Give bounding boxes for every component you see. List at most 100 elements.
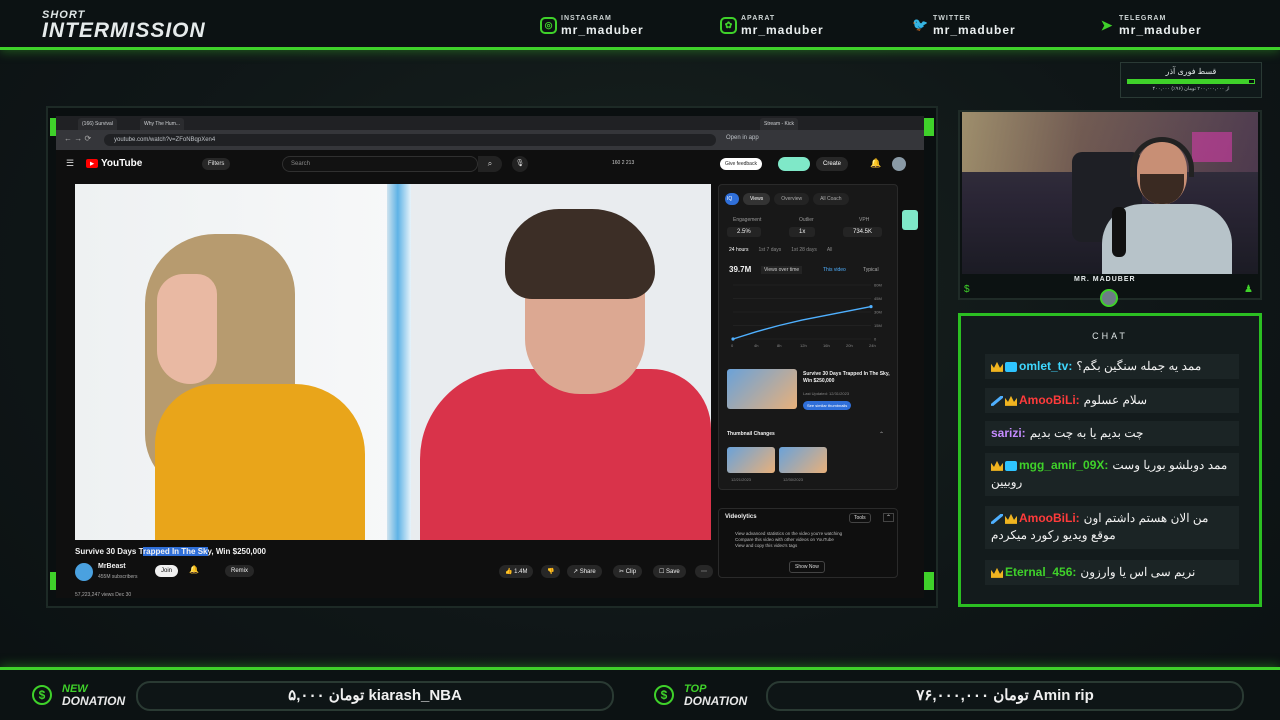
crown-badge-icon	[991, 361, 1003, 372]
video-person-shirt	[420, 369, 711, 540]
dollar-icon: $	[964, 284, 970, 295]
search-icon[interactable]: ⌕	[478, 156, 502, 172]
thumbnail-change-image[interactable]	[727, 447, 775, 473]
video-person-shirt	[155, 384, 365, 540]
tab-overview[interactable]: Overview	[774, 193, 810, 205]
views-over-time-dropdown[interactable]: Views over time	[761, 266, 803, 274]
crown-badge-icon	[991, 460, 1003, 471]
more-actions-icon[interactable]: ⋯	[695, 565, 713, 578]
chat-message: Eternal_456: نریم سی اس یا وارزون	[985, 560, 1239, 586]
clip-button[interactable]: ✂ Clip	[613, 565, 643, 578]
analytics-logo-icon: IQ	[725, 193, 739, 205]
range-tab[interactable]: 24 hours	[729, 247, 748, 253]
range-tab[interactable]: All	[827, 247, 833, 253]
show-now-button[interactable]: Show Now	[789, 561, 825, 573]
microphone-icon[interactable]: 🎙	[512, 156, 528, 172]
thumbnail-change-image[interactable]	[779, 447, 827, 473]
browser-tab[interactable]: (166) Survival	[78, 118, 117, 130]
social-instagram: ◎ INSTAGRAM mr_maduber	[540, 12, 644, 38]
social-aparat: ✿ APARAT mr_maduber	[720, 12, 824, 38]
browser-tab[interactable]: Why The Hum...	[140, 118, 185, 130]
figure-icon: ♟	[1244, 284, 1253, 295]
chat-box: CHAT omlet_tv: ممد یه جمله سنگین بگم؟ Amoo…	[958, 313, 1262, 607]
views-data-point	[869, 305, 873, 309]
webcam-feed	[962, 112, 1258, 274]
feature-item: View advanced statistics on the video yo…	[735, 531, 843, 536]
tab-views[interactable]: Views	[743, 193, 771, 205]
extension-toggle[interactable]	[778, 157, 810, 171]
chat-username[interactable]: Eternal_456:	[1005, 565, 1076, 579]
social-handle: mr_maduber	[933, 22, 1016, 37]
see-similar-thumbnails-button[interactable]: See similar thumbnails	[803, 401, 852, 410]
chat-username[interactable]: AmooBiLi:	[1019, 393, 1080, 407]
save-label: Save	[666, 569, 680, 575]
menu-icon[interactable]: ☰	[66, 158, 74, 169]
dollar-icon: $	[654, 685, 674, 705]
range-tab[interactable]: 1st 7 days	[758, 247, 781, 253]
similar-video-thumbnail[interactable]	[727, 369, 797, 409]
x-tick-label: 4h	[754, 343, 758, 348]
browser-tab[interactable]: Stream - Kick	[760, 118, 799, 130]
square-badge-icon	[1005, 460, 1017, 471]
create-button[interactable]: Create	[816, 157, 849, 171]
collapse-icon[interactable]: ⌃	[883, 513, 895, 522]
videolytics-features: View advanced statistics on the video yo…	[735, 531, 842, 549]
chat-message: omlet_tv: ممد یه جمله سنگین بگم؟	[985, 354, 1239, 380]
channel-row: MrBeast 455M subscribers Join 🔔 Remix 👍 …	[75, 562, 715, 586]
like-button[interactable]: 👍 1.4M	[499, 565, 534, 578]
chat-header: CHAT	[1092, 331, 1128, 341]
chat-username[interactable]: mgg_amir_09X:	[1019, 458, 1108, 472]
chat-username[interactable]: AmooBiLi:	[1019, 511, 1080, 525]
logo-title: INTERMISSION	[42, 19, 206, 42]
open-in-app-button[interactable]: Open in app	[726, 135, 759, 141]
sword-badge-icon	[991, 395, 1003, 406]
channel-name[interactable]: MrBeast	[98, 563, 126, 570]
notifications-icon[interactable]: 🔔	[870, 158, 881, 169]
metric-value: 734.5K	[843, 227, 883, 237]
save-button[interactable]: ☐ Save	[653, 565, 686, 578]
goal-progress-bar	[1127, 79, 1255, 84]
search-input[interactable]: Search	[282, 156, 478, 172]
subscriber-count: 455M subscribers	[98, 574, 138, 580]
tools-dropdown[interactable]: Tools	[849, 513, 871, 523]
video-portal-light	[387, 184, 411, 540]
chat-username[interactable]: omlet_tv:	[1019, 359, 1072, 373]
metric-label: Outlier	[799, 217, 814, 223]
social-label: INSTAGRAM	[561, 14, 612, 22]
social-twitter: 🐦 TWITTER mr_maduber	[912, 12, 1016, 38]
video-title-selected-text: rapped In The Sk	[143, 547, 208, 556]
side-extension-tab[interactable]	[902, 210, 918, 230]
analytics-panel: IQ Views Overview All Coach Engagement O…	[718, 184, 898, 490]
chat-username[interactable]: sarizi:	[991, 426, 1026, 440]
video-title-text: Survive 30 Days T	[75, 547, 144, 556]
total-views: 39.7M	[729, 265, 752, 274]
youtube-logo[interactable]: ▶ YouTube	[86, 158, 142, 169]
filters-button[interactable]: Filters	[202, 158, 231, 170]
feature-item: Compare this video with other videos on …	[735, 536, 834, 542]
x-tick-label: 12h	[800, 343, 807, 348]
chat-message: AmooBiLi: من الان هستم داشتم اون موقع وید…	[985, 506, 1239, 549]
legend-this-video: This video	[823, 267, 846, 273]
thumbnail-changes-heading: Thumbnail Changes	[727, 431, 775, 437]
notification-bell-icon[interactable]: 🔔	[189, 565, 199, 574]
webcam-light	[1192, 132, 1232, 162]
join-button[interactable]: Join	[155, 565, 179, 577]
give-feedback-button[interactable]: Give feedback	[720, 158, 762, 170]
channel-avatar[interactable]	[75, 563, 93, 581]
dislike-button[interactable]: 👎	[541, 565, 561, 578]
views-line-chart: 60M 45M 30M 15M 0 0 4h 8h 12h 16h 20h 24h	[731, 283, 882, 349]
range-tab[interactable]: 1st 28 days	[791, 247, 817, 253]
goal-progress-fill	[1128, 80, 1249, 83]
share-button[interactable]: ↗ Share	[567, 565, 602, 578]
frame-corner-accent	[924, 572, 934, 590]
video-player[interactable]	[75, 184, 711, 540]
account-avatar[interactable]	[892, 157, 906, 171]
remix-button[interactable]: Remix	[225, 565, 255, 577]
share-icon: ↗	[573, 569, 580, 575]
tab-all-coach[interactable]: All Coach	[813, 193, 849, 205]
back-arrow-icon[interactable]: ← → ⟳	[64, 134, 91, 143]
video-title-text: y, Win $250,000	[207, 547, 266, 556]
address-bar[interactable]: youtube.com/watch?v=ZFoNBqpXen4	[104, 134, 716, 146]
chevron-up-icon[interactable]: ⌃	[879, 431, 884, 438]
y-tick-label: 45M	[874, 296, 882, 301]
